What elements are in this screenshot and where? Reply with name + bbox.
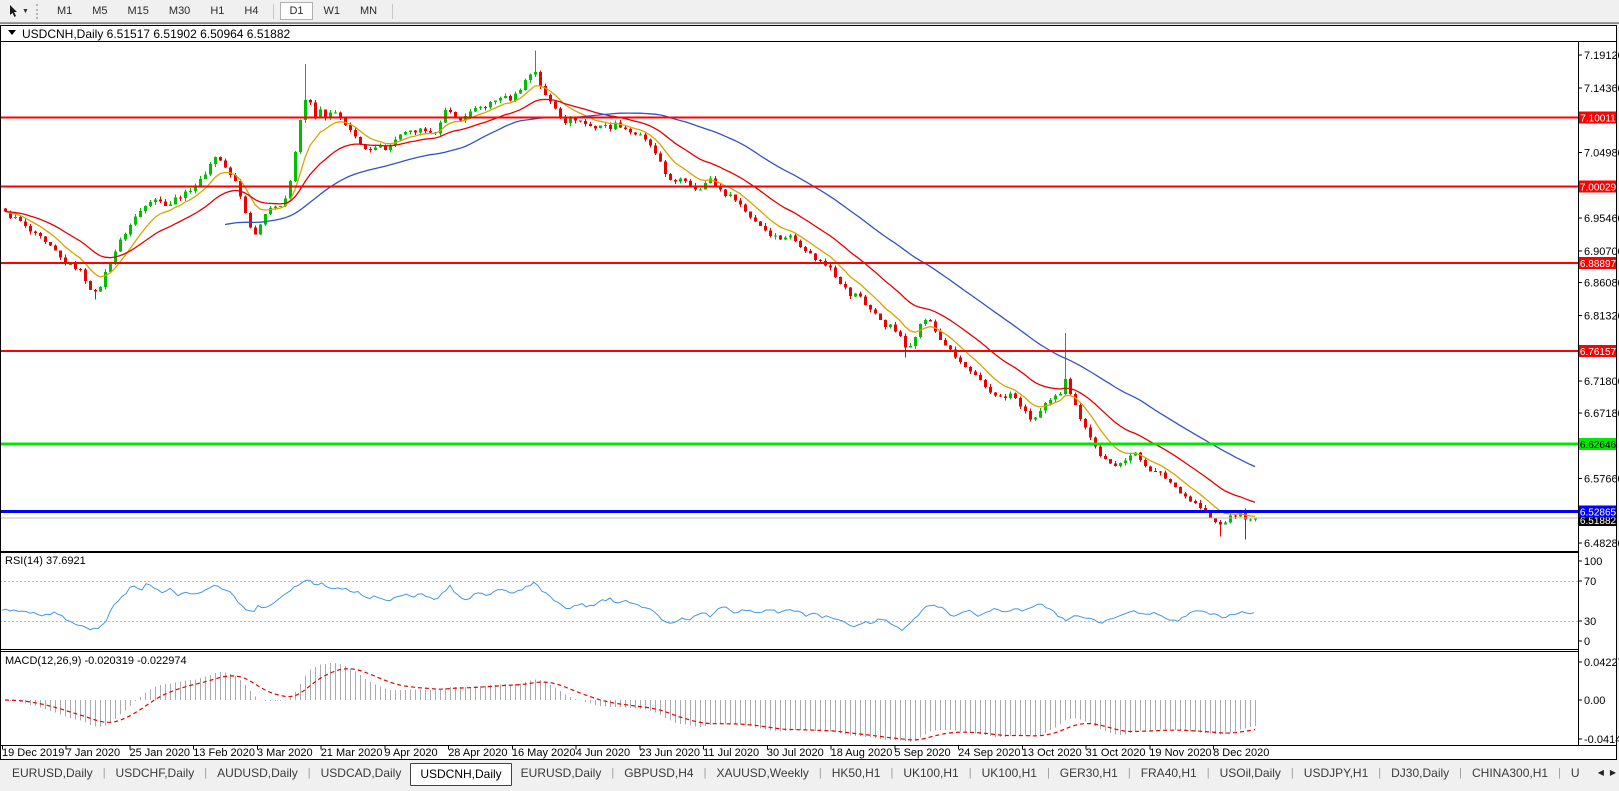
svg-text:7.04980: 7.04980 [1584,147,1619,159]
chart-tab-gbpusd-h4[interactable]: GBPUSD,H4 [615,764,702,783]
svg-text:7.19120: 7.19120 [1584,50,1619,62]
svg-text:8 Dec 2020: 8 Dec 2020 [1213,747,1269,759]
price-axis[interactable]: 7.19120 7.14360 7.04980 6.95460 6.90700 6.860… [1578,42,1619,746]
chart-canvas[interactable]: USDCNH,Daily 6.51517 6.51902 6.50964 6.5… [0,0,1619,762]
svg-text:USDCNH,Daily 6.51517 6.51902: USDCNH,Daily 6.51517 6.51902 6.50964 6.5… [22,27,291,41]
svg-text:21 Mar 2020: 21 Mar 2020 [321,747,383,759]
chart-tab-usdjpy-h1[interactable]: USDJPY,H1 [1295,764,1377,783]
svg-text:6.57660: 6.57660 [1584,473,1619,485]
chart-tab-china300-h1[interactable]: CHINA300,H1 [1463,764,1557,783]
svg-text:19 Nov 2020: 19 Nov 2020 [1149,747,1211,759]
chart-tab-usdchf-daily[interactable]: USDCHF,Daily [107,764,204,783]
svg-text:70: 70 [1584,576,1596,588]
svg-text:0: 0 [1584,636,1590,648]
svg-text:6.86080: 6.86080 [1584,278,1619,290]
svg-text:6.90700: 6.90700 [1584,246,1619,258]
chart-title-row: USDCNH,Daily 6.51517 6.51902 6.50964 6.5… [8,27,291,41]
chart-tab-audusd-daily[interactable]: AUDUSD,Daily [208,764,307,783]
chart-tab-usdcnh-daily[interactable]: USDCNH,Daily [410,763,512,786]
svg-text:28 Apr 2020: 28 Apr 2020 [448,747,507,759]
chart-tab-usoil-daily[interactable]: USOil,Daily [1211,764,1290,783]
svg-text:13 Oct 2020: 13 Oct 2020 [1022,747,1082,759]
svg-text:31 Oct 2020: 31 Oct 2020 [1086,747,1146,759]
svg-text:-0.04148: -0.04148 [1584,734,1619,746]
svg-text:25 Jan 2020: 25 Jan 2020 [130,747,191,759]
svg-text:100: 100 [1584,556,1602,568]
svg-text:6.67180: 6.67180 [1584,408,1619,420]
svg-text:0.042275: 0.042275 [1584,657,1619,669]
svg-text:6.52865: 6.52865 [1580,507,1617,518]
svg-text:6.76157: 6.76157 [1580,347,1617,358]
svg-text:24 Sep 2020: 24 Sep 2020 [958,747,1020,759]
chart-tab-uk100-h1[interactable]: UK100,H1 [894,764,967,783]
chart-tab-eurusd-daily[interactable]: EURUSD,Daily [512,764,611,783]
svg-text:13 Feb 2020: 13 Feb 2020 [193,747,255,759]
svg-text:6.81320: 6.81320 [1584,310,1619,322]
chart-tabs-bar: EURUSD,Daily | USDCHF,Daily | AUDUSD,Daily | U… [0,761,1619,791]
svg-text:23 Jun 2020: 23 Jun 2020 [639,747,700,759]
svg-text:18 Aug 2020: 18 Aug 2020 [831,747,893,759]
svg-text:30 Jul 2020: 30 Jul 2020 [767,747,824,759]
tab-scroll-left-icon[interactable]: ◀ [1598,768,1604,777]
svg-text:16 May 2020: 16 May 2020 [512,747,576,759]
svg-text:3 Mar 2020: 3 Mar 2020 [257,747,313,759]
chart-tab-ger30-h1[interactable]: GER30,H1 [1051,764,1127,783]
chart-tab-u[interactable]: U [1562,764,1589,783]
chart-tab-usdcad-daily[interactable]: USDCAD,Daily [312,764,411,783]
svg-text:4 Jun 2020: 4 Jun 2020 [576,747,630,759]
chart-tab-hk50-h1[interactable]: HK50,H1 [823,764,890,783]
svg-text:7.00029: 7.00029 [1580,183,1617,194]
chart-tab-xauusd-weekly[interactable]: XAUUSD,Weekly [707,764,817,783]
chart-tab-eurusd-daily[interactable]: EURUSD,Daily [3,764,102,783]
svg-text:RSI(14) 37.6921: RSI(14) 37.6921 [5,555,86,567]
svg-text:7.10011: 7.10011 [1580,114,1616,125]
svg-text:30: 30 [1584,616,1596,628]
svg-text:6.95460: 6.95460 [1584,213,1619,225]
svg-text:6.71800: 6.71800 [1584,376,1619,388]
tab-scroll-right-icon[interactable]: ▶ [1610,768,1616,777]
svg-text:11 Jul 2020: 11 Jul 2020 [703,747,759,759]
chart-tab-fra40-h1[interactable]: FRA40,H1 [1132,764,1206,783]
chart-tab-dj30-daily[interactable]: DJ30,Daily [1382,764,1458,783]
svg-text:5 Sep 2020: 5 Sep 2020 [894,747,950,759]
svg-text:6.88897: 6.88897 [1580,259,1617,270]
svg-text:6.48280: 6.48280 [1584,538,1619,550]
svg-text:0.00: 0.00 [1584,695,1605,707]
svg-text:19 Dec 2019: 19 Dec 2019 [2,747,64,759]
tab-scroll-arrows: ◀ ▶ [1598,768,1616,777]
svg-text:9 Apr 2020: 9 Apr 2020 [384,747,437,759]
svg-text:7 Jan 2020: 7 Jan 2020 [66,747,120,759]
svg-text:6.62646: 6.62646 [1580,440,1617,451]
svg-text:7.14360: 7.14360 [1584,83,1619,95]
svg-text:MACD(12,26,9) -0.020319 -0.022: MACD(12,26,9) -0.020319 -0.022974 [5,655,187,667]
chart-tab-uk100-h1[interactable]: UK100,H1 [973,764,1046,783]
